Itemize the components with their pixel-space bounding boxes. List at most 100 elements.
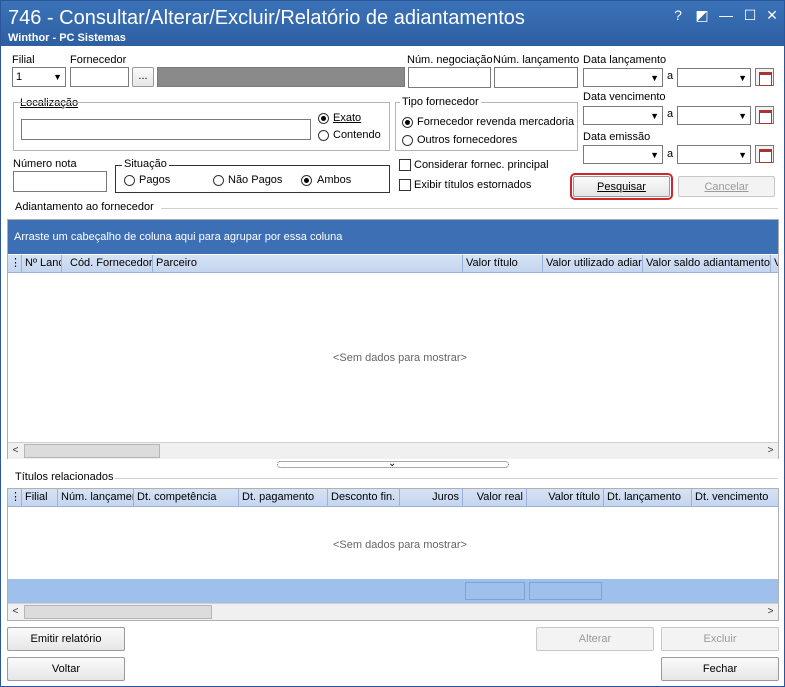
data-emissao-label: Data emissão [583, 131, 651, 143]
fechar-button[interactable]: Fechar [661, 657, 779, 681]
summary-cell [465, 582, 525, 600]
col-dt-pagamento[interactable]: Dt. pagamento [239, 489, 328, 506]
considerar-checkbox[interactable] [399, 159, 411, 171]
exibir-estornados-label: Exibir títulos estornados [414, 179, 532, 191]
col-valor-saldo[interactable]: Valor saldo adiantamento [643, 255, 771, 272]
scroll-right-icon[interactable]: > [763, 443, 778, 459]
column-chooser-icon[interactable]: ⋮≡ [8, 255, 22, 272]
close-icon[interactable]: ✕ [763, 7, 781, 24]
filial-select[interactable]: 1 ▼ [12, 67, 66, 87]
scroll-left-icon[interactable]: < [8, 443, 23, 459]
excluir-button[interactable]: Excluir [661, 627, 779, 651]
contendo-label: Contendo [333, 129, 381, 141]
tipo-outros-label: Outros fornecedores [417, 134, 518, 146]
grid1-separator [161, 208, 778, 209]
window-subtitle: Winthor - PC Sistemas [8, 32, 126, 44]
ate-label: a [667, 148, 674, 160]
col-num-lancamento[interactable]: Núm. lançamer [58, 489, 134, 506]
col-parceiro[interactable]: Parceiro [153, 255, 463, 272]
tipo-outros-radio[interactable] [402, 135, 413, 146]
data-emissao-from[interactable]: ▼ [583, 145, 663, 164]
filial-value: 1 [16, 71, 23, 83]
tipo-revenda-label: Fornecedor revenda mercadoria [417, 116, 575, 128]
exibir-estornados-checkbox[interactable] [399, 179, 411, 191]
data-lancamento-to[interactable]: ▼ [677, 68, 751, 87]
grid1-hscroll[interactable]: < > [8, 442, 778, 459]
calendar-icon[interactable] [755, 145, 774, 163]
considerar-label: Considerar fornec. principal [414, 159, 549, 171]
chevron-down-icon: ▼ [650, 73, 659, 83]
filial-label: Filial [12, 54, 35, 66]
data-vencimento-from[interactable]: ▼ [583, 106, 663, 125]
fornecedor-code-input[interactable] [70, 67, 129, 87]
restore-layout-icon[interactable]: ◩ [693, 7, 711, 24]
grid1-header: ⋮≡ Nº Lanc Cód. Fornecedor Parceiro Valo… [8, 255, 778, 273]
column-chooser-icon[interactable]: ⋮≡ [8, 489, 22, 506]
fornecedor-label: Fornecedor [70, 54, 127, 66]
pesquisar-button[interactable]: Pesquisar [570, 173, 673, 200]
col-cod-fornecedor[interactable]: Cód. Fornecedor [67, 255, 153, 272]
col-dt-competencia[interactable]: Dt. competência [134, 489, 239, 506]
col-valor-utilizado[interactable]: Valor utilizado adiar [543, 255, 643, 272]
col-dt-lancamento[interactable]: Dt. lançamento [604, 489, 692, 506]
col-juros[interactable]: Juros [400, 489, 463, 506]
data-lancamento-from[interactable]: ▼ [583, 68, 663, 87]
scroll-right-icon[interactable]: > [763, 604, 778, 620]
exato-label: Exato [333, 112, 362, 124]
fornecedor-lookup-button[interactable]: ... [132, 67, 154, 87]
calendar-icon[interactable] [755, 68, 774, 86]
summary-cell [529, 582, 602, 600]
alterar-button[interactable]: Alterar [536, 627, 654, 651]
minimize-icon[interactable]: — [717, 7, 735, 23]
situacao-pagos-radio[interactable] [124, 175, 135, 186]
col-v[interactable]: V [771, 255, 778, 272]
calendar-icon[interactable] [755, 106, 774, 124]
col-filial[interactable]: Filial [22, 489, 58, 506]
col-valor-real[interactable]: Valor real [463, 489, 527, 506]
tipo-fornecedor-label: Tipo fornecedor [400, 96, 481, 108]
data-vencimento-to[interactable]: ▼ [677, 106, 751, 125]
emitir-relatorio-button[interactable]: Emitir relatório [7, 627, 125, 651]
chevron-down-icon: ▼ [650, 111, 659, 121]
col-valor-titulo[interactable]: Valor título [527, 489, 604, 506]
maximize-icon[interactable]: ☐ [741, 7, 759, 24]
localizacao-input[interactable] [21, 119, 311, 140]
col-valor-titulo[interactable]: Valor título [463, 255, 543, 272]
grid2-header: ⋮≡ Filial Núm. lançamer Dt. competência … [8, 489, 778, 507]
grid1-section-title: Adiantamento ao fornecedor [15, 201, 154, 213]
scroll-thumb[interactable] [24, 444, 160, 458]
grid2-empty-message: <Sem dados para mostrar> [333, 539, 467, 551]
data-emissao-to[interactable]: ▼ [677, 145, 751, 164]
main-window: 746 - Consultar/Alterar/Excluir/Relatóri… [0, 0, 785, 687]
situacao-ambos-radio[interactable] [301, 175, 312, 186]
scroll-left-icon[interactable]: < [8, 604, 23, 620]
situacao-nao-pagos-radio[interactable] [213, 175, 224, 186]
grid2-summary-footer [8, 579, 778, 603]
chevron-down-icon: ▼ [738, 73, 747, 83]
col-desconto-fin[interactable]: Desconto fin. [328, 489, 400, 506]
situacao-label: Situação [122, 158, 169, 170]
grid1-empty-message: <Sem dados para mostrar> [333, 352, 467, 364]
group-by-panel[interactable]: Arraste um cabeçalho de coluna aqui para… [8, 220, 778, 254]
exato-radio[interactable] [318, 113, 329, 124]
tipo-revenda-radio[interactable] [402, 117, 413, 128]
situacao-ambos-label: Ambos [317, 174, 352, 186]
adiantamento-grid: Arraste um cabeçalho de coluna aqui para… [7, 219, 779, 459]
contendo-radio[interactable] [318, 130, 329, 141]
scroll-thumb[interactable] [24, 605, 212, 619]
situacao-pagos-label: Pagos [139, 174, 171, 186]
chevron-down-icon[interactable]: ⌄ [388, 458, 396, 469]
cancelar-button[interactable]: Cancelar [678, 176, 775, 197]
col-num-lanc[interactable]: Nº Lanc [22, 255, 62, 272]
data-vencimento-label: Data vencimento [583, 91, 666, 103]
num-negociacao-label: Núm. negociação [407, 54, 493, 66]
grid2-section-title: Títulos relacionados [15, 471, 114, 483]
num-lancamento-label: Núm. lançamento [493, 54, 580, 66]
numero-nota-input[interactable] [13, 171, 107, 192]
voltar-button[interactable]: Voltar [7, 657, 125, 681]
help-icon[interactable]: ? [669, 7, 687, 23]
grid2-hscroll[interactable]: < > [8, 603, 778, 620]
num-negociacao-input[interactable] [408, 67, 491, 88]
col-dt-vencimento[interactable]: Dt. vencimento [692, 489, 778, 506]
num-lancamento-input[interactable] [494, 67, 578, 88]
